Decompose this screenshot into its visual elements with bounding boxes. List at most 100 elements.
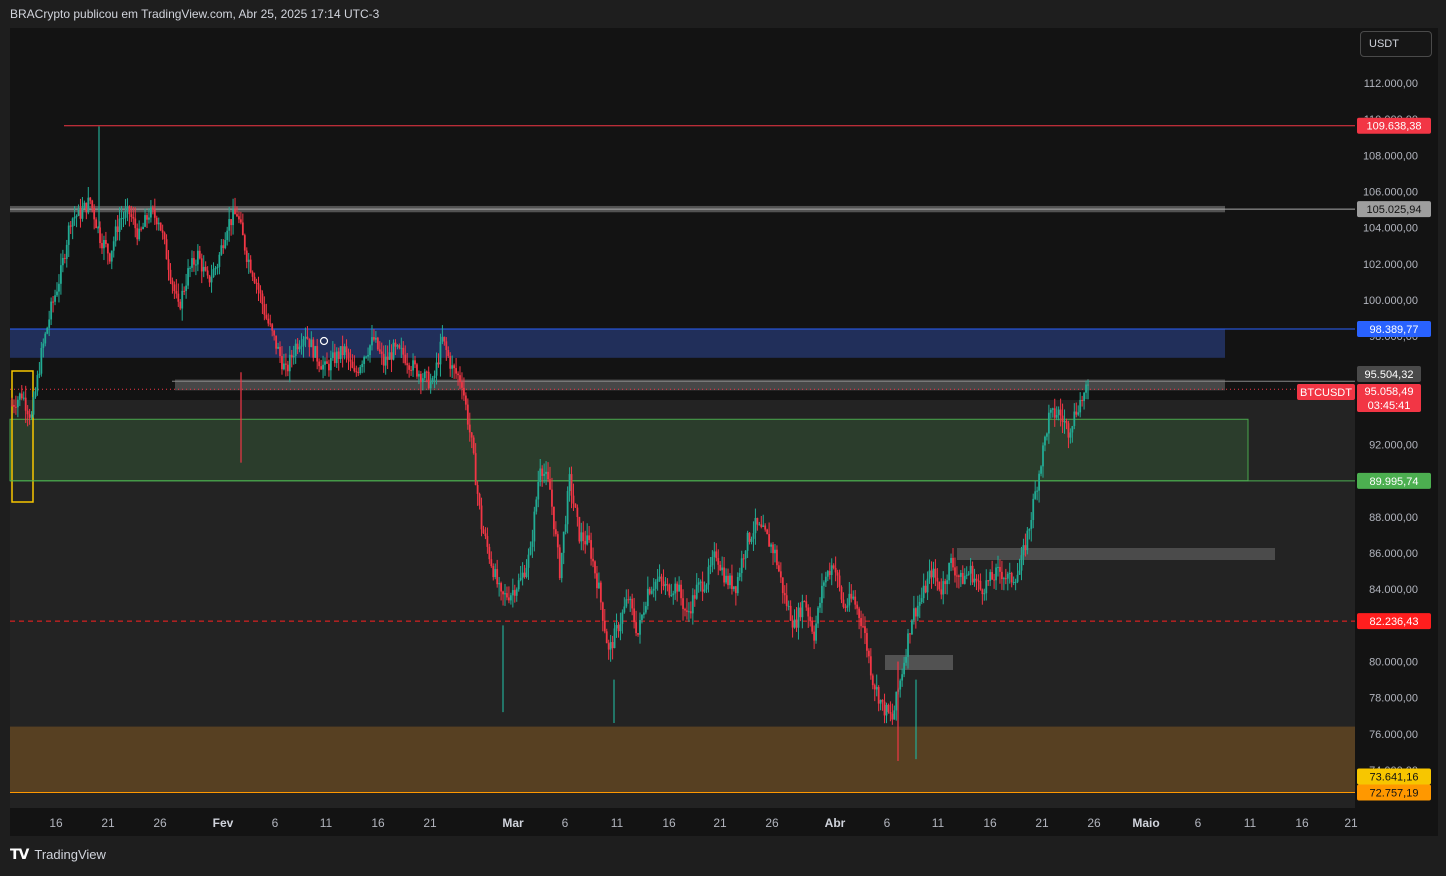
y-tick-label: 80.000,00 (1369, 657, 1418, 669)
candle-body (731, 575, 733, 590)
candle-body (981, 589, 984, 595)
candle-body (854, 596, 857, 605)
candle-body (959, 572, 962, 577)
candle-body (492, 566, 495, 578)
candle-body (950, 557, 952, 563)
candle-body (967, 573, 970, 575)
candle-body (1001, 571, 1003, 580)
consolidation-box-lower (885, 655, 953, 670)
candle-body (932, 568, 935, 578)
candle-body (118, 218, 121, 233)
candle-body (286, 364, 289, 372)
candle-body (320, 366, 323, 370)
candle-body (815, 623, 817, 641)
candle-body (893, 710, 896, 720)
candle-body (1038, 473, 1040, 491)
candle-body (666, 584, 669, 586)
candle-body (89, 197, 92, 201)
candle-body (957, 575, 960, 577)
candle-body (609, 642, 612, 650)
candle-body (686, 610, 688, 612)
candle-body (817, 607, 819, 624)
candle-body (954, 567, 956, 576)
candle-body (946, 580, 949, 585)
candle-body (942, 581, 945, 595)
x-tick-label: 11 (1244, 816, 1257, 830)
candle-body (1040, 466, 1042, 474)
candle-body (1014, 581, 1017, 583)
candle-body (1042, 445, 1044, 467)
candle-body (889, 712, 892, 714)
candle-body (924, 585, 927, 593)
candle-body (617, 625, 620, 632)
candle-body (249, 259, 252, 273)
candle-body (531, 541, 534, 547)
candle-body (228, 219, 231, 231)
candle-body (1053, 408, 1056, 418)
candle-body (316, 346, 319, 362)
candle-body (13, 404, 15, 407)
candle-body (122, 217, 125, 219)
price-chart[interactable]: 112.000,00110.000,00108.000,00106.000,00… (0, 0, 1446, 871)
currency-button[interactable]: USDT (1360, 31, 1432, 57)
candle-body (18, 393, 21, 400)
candle-body (693, 595, 696, 599)
candle-body (537, 481, 540, 500)
footer-brand[interactable]: 𝗧𝗩 TradingView (10, 846, 106, 863)
candle-body (181, 290, 184, 309)
candle-body (1057, 409, 1060, 415)
orange-zone (10, 726, 1355, 793)
candle-body (511, 590, 514, 596)
candle-body (400, 347, 403, 349)
candle-body (789, 605, 792, 621)
candle-body (431, 378, 434, 382)
candle-body (150, 207, 152, 218)
candle-body (928, 570, 931, 579)
candle-body (535, 499, 538, 512)
candle-body (662, 581, 665, 587)
candle-body (304, 336, 307, 340)
candle-body (324, 361, 326, 365)
candle-body (997, 566, 999, 568)
candle-body (774, 549, 776, 554)
candle-body (652, 588, 655, 591)
x-tick-label: 16 (49, 816, 63, 830)
candle-body (222, 245, 225, 249)
candle-body (748, 532, 751, 542)
candle-body (1085, 384, 1087, 393)
candle-body (175, 291, 178, 294)
chart-frame[interactable]: 112.000,00110.000,00108.000,00106.000,00… (0, 0, 1446, 871)
candle-body (163, 232, 166, 240)
x-tick-label: 16 (662, 816, 676, 830)
candle-body (736, 576, 739, 594)
candle-body (83, 202, 86, 209)
candle-body (245, 250, 248, 262)
candle-body (173, 284, 176, 292)
candle-body (689, 611, 692, 614)
candle-body (899, 680, 902, 690)
candle-body (50, 301, 53, 320)
candle-body (210, 277, 213, 283)
candle-body (34, 391, 37, 397)
candle-body (819, 602, 821, 608)
candle-body (695, 584, 698, 599)
candle-body (944, 581, 947, 585)
candle-body (564, 524, 567, 532)
candle-body (987, 580, 990, 582)
price-axis[interactable] (1355, 28, 1438, 808)
candle-body (455, 368, 457, 374)
candle-body (760, 524, 763, 527)
candle-body (463, 387, 465, 396)
candle-body (11, 404, 13, 406)
candle-body (1061, 415, 1064, 422)
x-tick-label: Fev (213, 816, 234, 830)
candle-body (592, 558, 594, 562)
candle-body (553, 506, 555, 530)
candle-body (138, 228, 141, 240)
candle-body (284, 363, 287, 365)
y-tick-label: 112.000,00 (1364, 78, 1418, 90)
candle-body (243, 235, 246, 251)
candle-body (16, 399, 19, 408)
candle-body (797, 607, 800, 628)
candle-body (554, 529, 557, 535)
